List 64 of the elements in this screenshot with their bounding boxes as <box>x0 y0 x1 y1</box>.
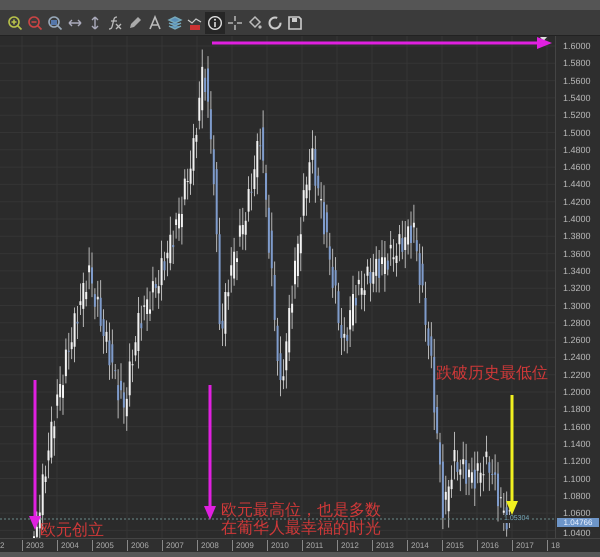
axis-label: 2010 <box>267 540 289 551</box>
axis-label: 2014 <box>407 540 429 551</box>
axis-label: 1.3200 <box>563 283 591 294</box>
axis-label: 1.4600 <box>563 162 591 172</box>
zoom-fit-icon <box>47 14 63 30</box>
tool-button[interactable] <box>205 12 225 34</box>
axis-label: 1.1400 <box>563 438 591 449</box>
axis-label: 1.3800 <box>563 231 591 242</box>
annotation-text: 欧元最高位，也是多数 <box>221 501 381 519</box>
axis-label: 1.2000 <box>563 387 591 397</box>
axis-label: 1.0800 <box>563 490 591 501</box>
axis-label: 1.4800 <box>563 144 591 155</box>
axis-label: 2 <box>0 540 4 551</box>
axis-label: 1.5000 <box>563 128 591 138</box>
axis-label: 1.5200 <box>563 110 591 120</box>
axis-label: 1.5400 <box>563 92 591 103</box>
axis-label: 1.0400 <box>563 528 591 538</box>
annotation-text: 欧元创立 <box>40 521 104 539</box>
axis-label: 2004 <box>57 540 79 551</box>
axis-label: 1.4000 <box>563 214 591 224</box>
axis-label: 1.3600 <box>563 248 591 259</box>
axis-label: 2015 <box>442 540 464 551</box>
axis-label: 2013 <box>372 540 394 551</box>
zoom-in-icon <box>7 14 23 30</box>
axis-label: 1.4200 <box>563 196 591 207</box>
axis-label: 1.1800 <box>563 404 591 414</box>
axis-label: 2009 <box>232 540 254 551</box>
function-icon <box>107 14 123 30</box>
axis-label: 1.1200 <box>563 456 591 466</box>
zoom-out-icon <box>27 14 43 30</box>
paint-bucket-icon <box>247 14 263 30</box>
axis-label: 2012 <box>337 540 359 551</box>
annotation-text: 跌破历史最低位 <box>436 364 548 382</box>
axis-label: 18 <box>547 540 560 551</box>
save-icon <box>287 14 303 30</box>
axis-label: 2005 <box>92 540 114 551</box>
info-icon <box>207 14 223 30</box>
axis-label: 1.2200 <box>563 370 591 380</box>
axis-label: 2017 <box>512 540 534 551</box>
axis-label: 2007 <box>162 540 184 551</box>
refresh-icon <box>267 14 283 30</box>
crosshair-icon <box>227 14 243 30</box>
axis-label: 1.5800 <box>563 58 591 68</box>
axis-label: 1.2400 <box>563 352 591 362</box>
text-icon <box>147 14 163 30</box>
axis-label: 1.0600 <box>563 508 591 518</box>
axis-label: 1.2800 <box>563 318 591 328</box>
layers-icon <box>167 14 183 30</box>
axis-label: 1.1600 <box>563 422 591 432</box>
price-tag: 1.04766 <box>557 518 599 527</box>
annotation-text: 在葡华人最幸福的时光 <box>221 519 381 537</box>
axis-label: 2011 <box>302 540 324 551</box>
axis-label: 2016 <box>477 540 499 551</box>
axis-label: 1.1000 <box>563 474 591 484</box>
axis-label: 2006 <box>127 540 149 551</box>
axis-label: 1.3000 <box>563 300 591 310</box>
axis-label: 1.6000 <box>563 41 591 51</box>
pencil-icon <box>127 14 143 30</box>
axis-label: 2003 <box>22 540 44 551</box>
axis-label: 1.3400 <box>563 266 591 276</box>
axis-label: 1.5600 <box>563 76 591 86</box>
axis-label: 1.4400 <box>563 179 591 190</box>
axis-label: 1.2600 <box>563 335 591 346</box>
axis-label: 2008 <box>197 540 219 551</box>
